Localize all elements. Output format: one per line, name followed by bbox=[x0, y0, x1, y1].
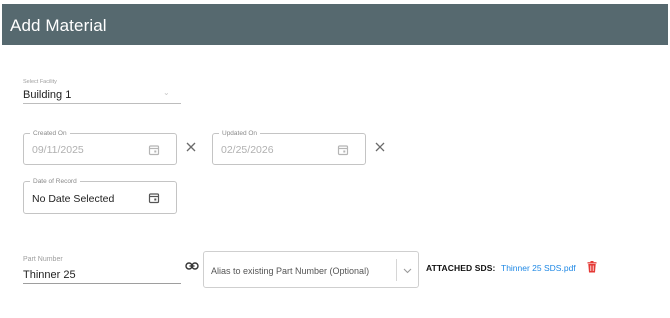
chevron-down-icon: ⌄ bbox=[163, 88, 170, 97]
updated-on-label: Updated On bbox=[219, 129, 261, 138]
date-of-record-label: Date of Record bbox=[30, 177, 80, 186]
calendar-icon[interactable] bbox=[337, 144, 349, 156]
link-icon[interactable] bbox=[185, 261, 199, 271]
chevron-down-icon[interactable] bbox=[403, 268, 412, 274]
alias-placeholder: Alias to existing Part Number (Optional) bbox=[211, 266, 370, 276]
attached-sds-label: ATTACHED SDS: bbox=[426, 263, 496, 273]
part-number-value: Thinner 25 bbox=[23, 269, 76, 281]
created-on-label: Created On bbox=[30, 129, 70, 138]
facility-value: Building 1 bbox=[23, 89, 72, 101]
add-material-dialog: Add Material Select Facility Building 1 … bbox=[2, 4, 668, 318]
date-of-record-field[interactable]: Date of Record No Date Selected bbox=[23, 177, 177, 214]
part-number-label: Part Number bbox=[23, 256, 63, 263]
clear-created-on-close-icon[interactable] bbox=[185, 141, 197, 153]
dialog-title: Add Material bbox=[10, 16, 107, 35]
facility-label: Select Facility bbox=[23, 79, 57, 85]
calendar-icon[interactable] bbox=[148, 144, 160, 156]
clear-updated-on-close-icon[interactable] bbox=[374, 141, 386, 153]
dialog-header: Add Material bbox=[2, 4, 668, 45]
created-on-field[interactable]: Created On 09/11/2025 bbox=[23, 129, 177, 165]
sds-file-link[interactable]: Thinner 25 SDS.pdf bbox=[501, 263, 576, 273]
trash-icon[interactable] bbox=[587, 261, 597, 273]
facility-underline bbox=[23, 103, 181, 104]
created-on-value: 09/11/2025 bbox=[32, 144, 84, 156]
calendar-icon[interactable] bbox=[148, 192, 160, 204]
date-of-record-value: No Date Selected bbox=[32, 193, 115, 205]
part-number-underline bbox=[23, 283, 181, 284]
alias-divider bbox=[396, 259, 397, 281]
updated-on-value: 02/25/2026 bbox=[221, 144, 274, 156]
updated-on-field[interactable]: Updated On 02/25/2026 bbox=[212, 129, 366, 165]
alias-part-number-select[interactable]: Alias to existing Part Number (Optional) bbox=[203, 251, 419, 288]
